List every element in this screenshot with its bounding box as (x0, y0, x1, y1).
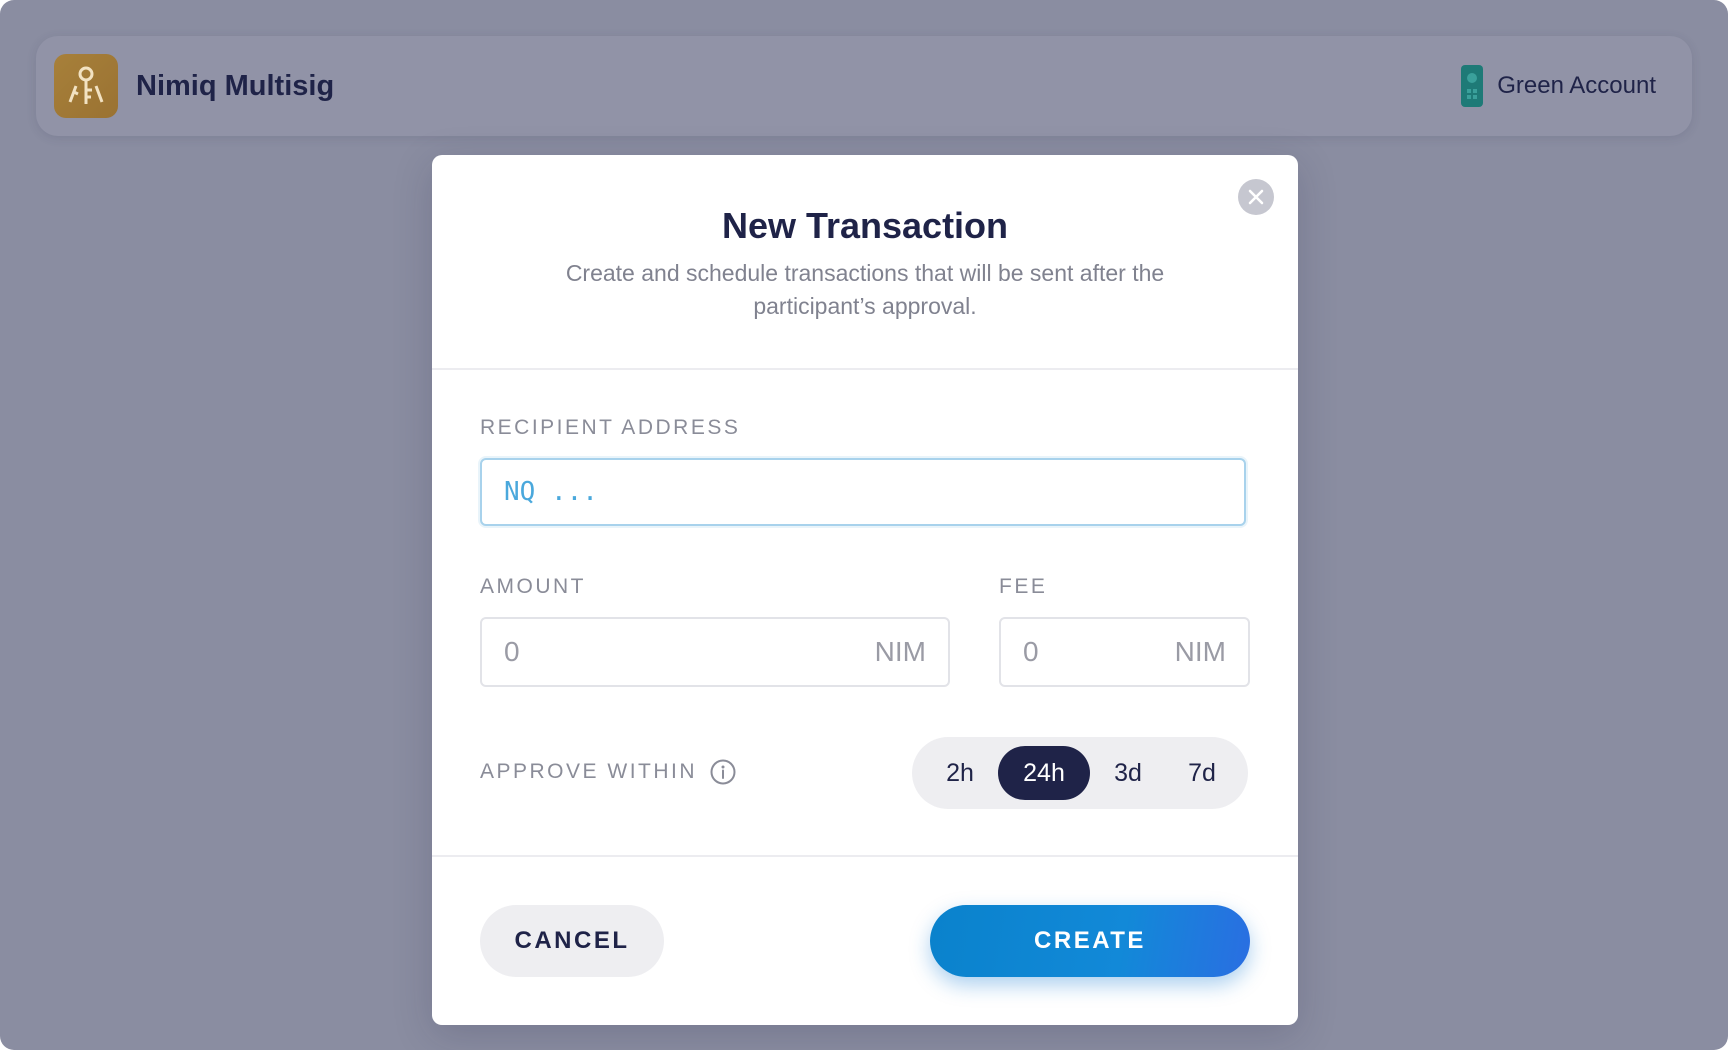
fee-unit: NIM (1174, 636, 1226, 667)
info-icon[interactable] (710, 759, 736, 785)
fee-input[interactable]: 0 NIM (999, 617, 1250, 687)
recipient-label: RECIPIENT ADDRESS (480, 416, 741, 439)
new-transaction-modal: New Transaction Create and schedule tran… (432, 155, 1298, 1025)
modal-subtitle: Create and schedule transactions that wi… (565, 260, 1165, 319)
app-title: Nimiq Multisig (136, 70, 335, 102)
fee-label: FEE (999, 575, 1048, 598)
amount-value: 0 (504, 636, 520, 667)
modal-title: New Transaction (721, 205, 1009, 246)
footer-divider (432, 855, 1298, 857)
option-7d[interactable]: 7d (1166, 746, 1238, 800)
keys-logo-icon (54, 54, 118, 118)
fee-value: 0 (1023, 636, 1039, 667)
amount-label: AMOUNT (480, 575, 586, 598)
option-3d[interactable]: 3d (1090, 746, 1166, 800)
account-switcher[interactable]: Green Account (1461, 65, 1656, 107)
approve-within-selector: 2h 24h 3d 7d (912, 737, 1248, 809)
header-divider (432, 368, 1298, 370)
amount-input[interactable]: 0 NIM (480, 617, 950, 687)
app-header: Nimiq Multisig Green Account (36, 36, 1692, 136)
create-button[interactable]: CREATE (930, 905, 1250, 977)
approve-within-label: APPROVE WITHIN (480, 760, 698, 783)
recipient-address-input[interactable] (480, 458, 1246, 526)
option-24h[interactable]: 24h (998, 746, 1090, 800)
account-card-icon (1461, 65, 1484, 107)
option-2h[interactable]: 2h (922, 746, 998, 800)
cancel-button[interactable]: CANCEL (480, 905, 664, 977)
account-name: Green Account (1497, 72, 1656, 99)
amount-unit: NIM (874, 636, 926, 667)
